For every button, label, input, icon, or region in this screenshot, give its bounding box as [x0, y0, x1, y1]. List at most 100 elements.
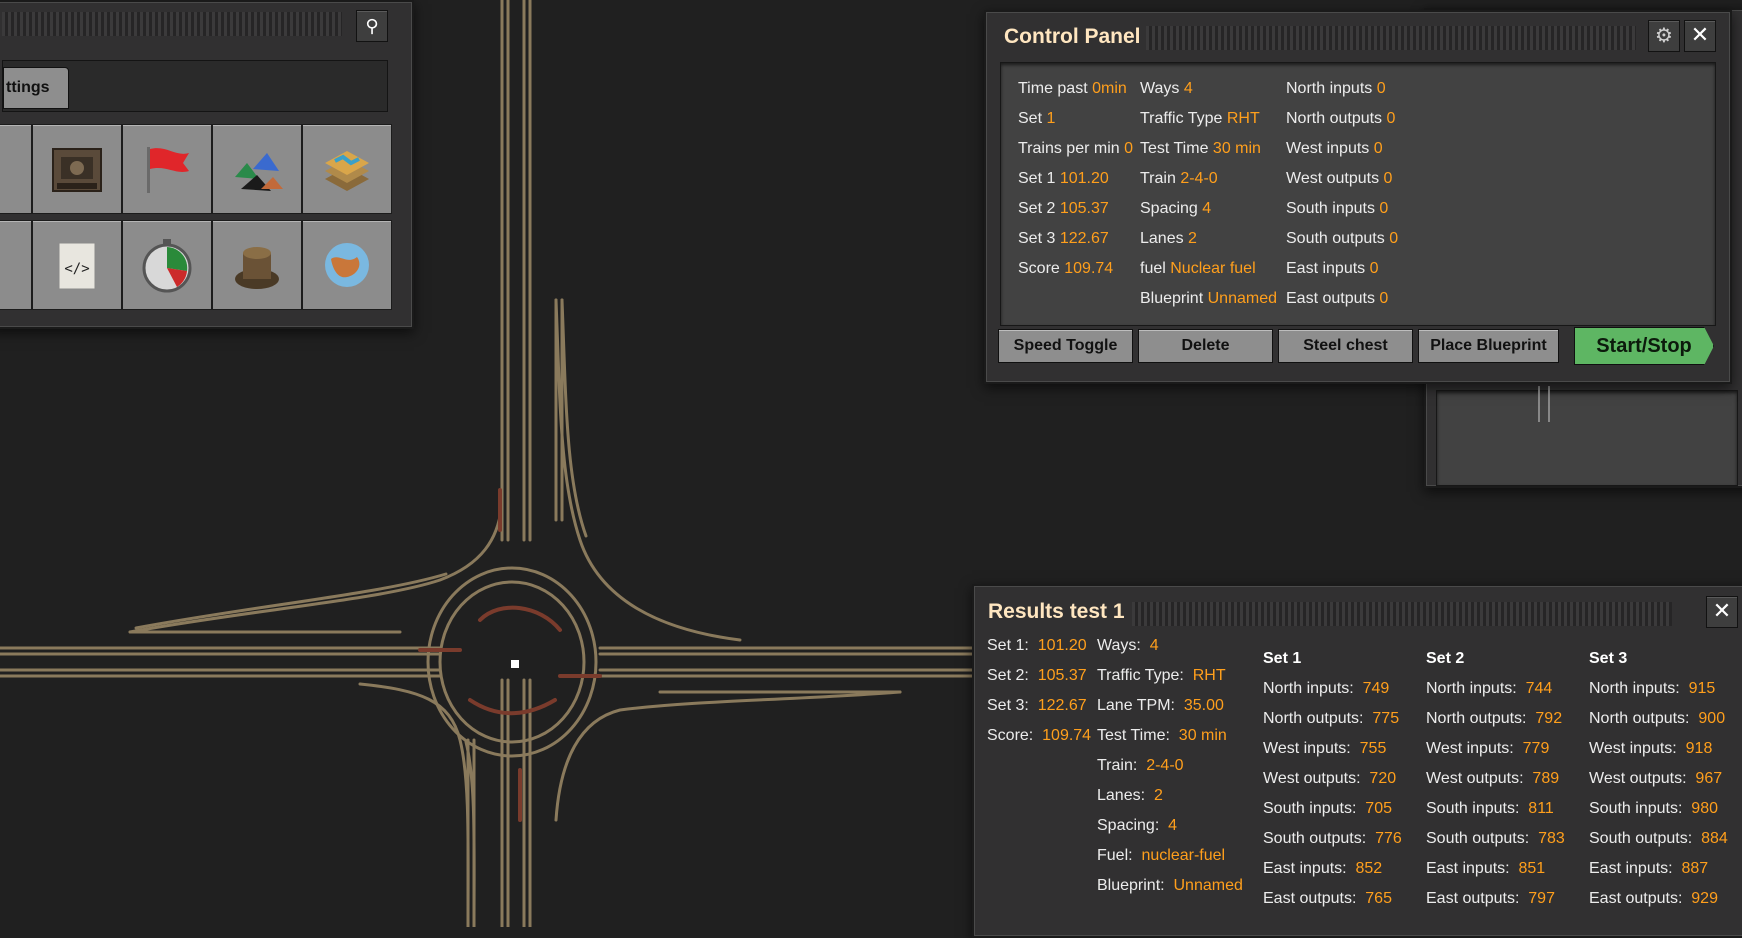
stat-lanes: Lanes 2: [1140, 230, 1197, 247]
result-set3-row: North inputs: 915: [1589, 680, 1715, 698]
result-row-label: West inputs:: [1426, 740, 1514, 757]
delete-button[interactable]: Delete: [1138, 329, 1273, 363]
result-set2-row: South outputs: 783: [1426, 830, 1565, 848]
ores-icon: [235, 153, 283, 191]
result-set2-row: North inputs: 744: [1426, 680, 1552, 698]
result-spacing: Spacing: 4: [1097, 817, 1178, 834]
stat-spacing: Spacing 4: [1140, 200, 1212, 217]
slot-flag[interactable]: [122, 124, 212, 214]
result-row-label: East inputs:: [1589, 860, 1673, 877]
stat-east-inputs: East inputs 0: [1286, 260, 1379, 277]
result-set1-row: West inputs: 755: [1263, 740, 1386, 758]
result-set2-row: West inputs: 779: [1426, 740, 1549, 758]
slot-stopwatch[interactable]: [122, 220, 212, 310]
stat-fuel: fuel Nuclear fuel: [1140, 260, 1256, 277]
result-row-label: South inputs:: [1263, 800, 1357, 817]
result-row-value: 811: [1528, 800, 1554, 817]
result-row-value: 720: [1369, 770, 1397, 787]
result-set1-row: East outputs: 765: [1263, 890, 1392, 908]
result-row-value: 797: [1528, 890, 1555, 907]
stat-set3: Set 3 122.67: [1018, 230, 1109, 247]
result-row-label: North outputs:: [1589, 710, 1690, 727]
result-row-value: 915: [1688, 680, 1716, 697]
result-row-label: North inputs:: [1589, 680, 1680, 697]
result-set2-row: West outputs: 789: [1426, 770, 1559, 788]
result-set3-row: East outputs: 929: [1589, 890, 1718, 908]
place-blueprint-button[interactable]: Place Blueprint: [1418, 329, 1559, 363]
results-close-button[interactable]: ✕: [1706, 596, 1738, 628]
result-row-label: East inputs:: [1426, 860, 1510, 877]
planet-icon: [325, 243, 369, 287]
result-set2-row: East inputs: 851: [1426, 860, 1545, 878]
result-blueprint: Blueprint: Unnamed: [1097, 877, 1243, 894]
result-row-label: West outputs:: [1263, 770, 1361, 787]
result-row-value: 765: [1365, 890, 1392, 907]
stat-time-past: Time past 0min: [1018, 80, 1127, 97]
speed-toggle-button[interactable]: Speed Toggle: [998, 329, 1133, 363]
result-fuel: Fuel: nuclear-fuel: [1097, 847, 1226, 864]
panel-drag-handle[interactable]: [2, 12, 342, 36]
slot-assembler[interactable]: [32, 124, 122, 214]
stat-traffic-type: Traffic Type RHT: [1140, 110, 1260, 127]
result-row-value: 789: [1532, 770, 1560, 787]
svg-text:</>: </>: [64, 261, 89, 277]
slot-stump[interactable]: [212, 220, 302, 310]
settings-button[interactable]: ⚙: [1648, 20, 1680, 52]
steel-chest-button[interactable]: Steel chest: [1278, 329, 1413, 363]
result-row-label: West inputs:: [1263, 740, 1351, 757]
start-stop-button[interactable]: Start/Stop: [1574, 327, 1714, 365]
stat-test-time: Test Time 30 min: [1140, 140, 1261, 157]
assembler-icon: [52, 148, 102, 192]
slot-planet[interactable]: [302, 220, 392, 310]
search-button[interactable]: ⚲: [356, 10, 388, 42]
close-button[interactable]: ✕: [1684, 20, 1716, 52]
result-set3-row: South inputs: 980: [1589, 800, 1718, 818]
flag-icon: [147, 147, 189, 193]
control-panel-stats: [1000, 62, 1716, 326]
result-lanes: Lanes: 2: [1097, 787, 1163, 804]
result-score: Score: 109.74: [987, 727, 1092, 744]
result-set1-row: South outputs: 776: [1263, 830, 1402, 848]
result-set2-row: North outputs: 792: [1426, 710, 1562, 728]
result-train: Train: 2-4-0: [1097, 757, 1184, 774]
result-set1-row: South inputs: 705: [1263, 800, 1392, 818]
result-set3-header: Set 3: [1589, 650, 1628, 667]
result-row-value: 980: [1691, 800, 1718, 817]
result-row-label: East outputs:: [1426, 890, 1520, 907]
control-panel-drag-handle[interactable]: [1146, 26, 1636, 50]
result-ways: Ways: 4: [1097, 637, 1159, 654]
result-row-value: 776: [1375, 830, 1402, 847]
result-row-value: 783: [1538, 830, 1565, 847]
result-row-value: 852: [1355, 860, 1383, 877]
result-row-value: 775: [1372, 710, 1400, 727]
slot-partial-2[interactable]: [0, 220, 32, 310]
result-row-label: South inputs:: [1589, 800, 1683, 817]
background-panel-inner: [1436, 390, 1738, 486]
result-row-value: 918: [1685, 740, 1713, 757]
slot-map[interactable]: [302, 124, 392, 214]
result-row-label: West outputs:: [1589, 770, 1687, 787]
result-row-value: 851: [1518, 860, 1546, 877]
result-row-label: North outputs:: [1263, 710, 1364, 727]
stat-trains-per-min: Trains per min 0: [1018, 140, 1134, 157]
stat-south-inputs: South inputs 0: [1286, 200, 1389, 217]
tab-settings[interactable]: ttings: [3, 67, 69, 109]
slot-script[interactable]: </>: [32, 220, 122, 310]
slot-partial[interactable]: [0, 124, 32, 214]
result-row-value: 887: [1681, 860, 1709, 877]
results-drag-handle[interactable]: [1132, 602, 1672, 626]
stat-ways: Ways 4: [1140, 80, 1193, 97]
results-panel: Results test 1 ✕: [972, 584, 1742, 938]
stat-west-outputs: West outputs 0: [1286, 170, 1393, 187]
result-row-value: 749: [1362, 680, 1390, 697]
stat-set: Set 1: [1018, 110, 1056, 127]
stat-blueprint: Blueprint Unnamed: [1140, 290, 1277, 307]
result-set2: Set 2: 105.37: [987, 667, 1087, 684]
result-row-label: West outputs:: [1426, 770, 1524, 787]
result-set1: Set 1: 101.20: [987, 637, 1087, 654]
control-panel-title: Control Panel: [1004, 25, 1141, 48]
result-set2-header: Set 2: [1426, 650, 1465, 667]
result-row-label: South outputs:: [1263, 830, 1367, 847]
slot-resources[interactable]: [212, 124, 302, 214]
result-set1-row: East inputs: 852: [1263, 860, 1382, 878]
